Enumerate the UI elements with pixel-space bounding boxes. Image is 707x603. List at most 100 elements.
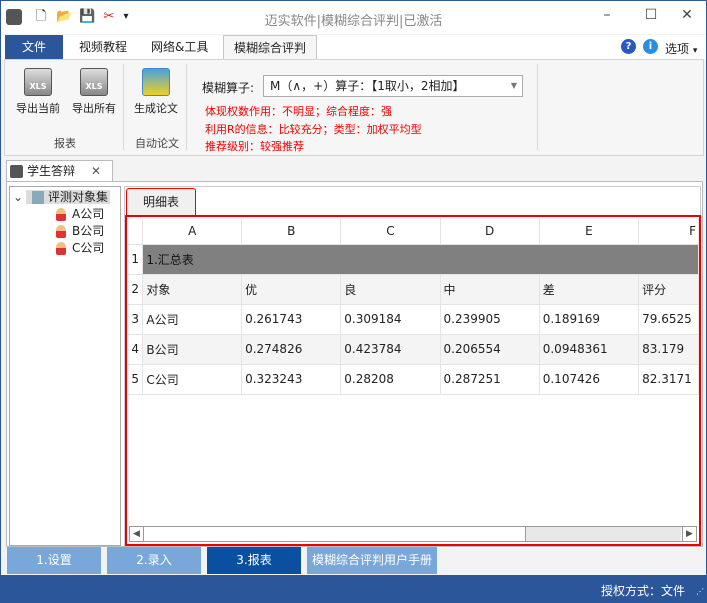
scroll-right-icon[interactable]: ▶ [682,527,696,541]
cell[interactable]: 优 [241,274,342,305]
row-number[interactable]: 4 [128,334,144,365]
table-row: 5 C公司 0.323243 0.28208 0.287251 0.107426… [128,364,699,395]
operator-label: 模糊算子: [202,81,255,95]
generate-paper-button[interactable]: 生成论文 [129,68,183,116]
export-all-button[interactable]: XLS 导出所有 [67,68,121,116]
tree-item[interactable]: A公司 [10,206,120,223]
word-recommend-icon [142,68,170,96]
tab-input[interactable]: 2.录入 [107,547,201,574]
table-title-cell[interactable]: 1.汇总表 [142,244,699,275]
document-icon [32,191,44,204]
cell[interactable]: 0.261743 [241,304,342,335]
info-line-1: 体现权数作用：不明显；综合程度：强 [205,105,392,118]
document-tab[interactable]: 学生答辩 ✕ [6,160,113,182]
cell[interactable]: B公司 [142,334,243,365]
operator-select[interactable]: M（∧，+）算子：【1取小，2相加】 ▼ [263,75,523,97]
column-header[interactable]: B [241,218,342,245]
options-label: 选项 [665,42,690,56]
xls-icon: XLS [24,68,52,96]
column-header[interactable]: E [539,218,640,245]
cell[interactable]: 82.3171 [638,364,699,395]
cell[interactable]: 0.0948361 [539,334,640,365]
close-button[interactable]: ✕ [673,7,701,27]
cell[interactable]: 0.206554 [440,334,540,365]
cell[interactable]: 0.287251 [440,364,540,395]
export-current-label: 导出当前 [16,102,60,115]
row-number[interactable]: 3 [128,304,144,335]
group-label-auto-paper: 自动论文 [135,137,179,150]
options-menu[interactable]: 选项 ▾ [665,40,697,57]
expand-icon[interactable]: ⌄ [10,189,26,206]
minimize-button[interactable]: – [593,7,621,27]
column-header[interactable]: F [638,218,699,245]
export-all-label: 导出所有 [72,102,116,115]
row-number[interactable]: 5 [128,364,144,395]
cell[interactable]: 83.179 [638,334,699,365]
cell[interactable]: 良 [340,274,441,305]
cell[interactable]: 0.107426 [539,364,640,395]
cell[interactable]: 中 [440,274,540,305]
column-header[interactable]: D [440,218,540,245]
tab-detail-table[interactable]: 明细表 [126,188,196,216]
tab-report[interactable]: 3.报表 [207,547,301,574]
info-line-3: 推荐级别：较强推荐 [205,140,304,153]
tab-video-tutorial[interactable]: 视频教程 [69,35,137,60]
maximize-button[interactable]: ☐ [637,7,665,27]
tab-settings[interactable]: 1.设置 [7,547,101,574]
resize-grip-icon[interactable]: ⋰ [696,587,704,596]
horizontal-scrollbar[interactable]: ◀ ▶ [129,526,697,542]
status-bar: 授权方式：文件 ⋰ [0,575,707,603]
cell[interactable]: 评分 [638,274,699,305]
cell[interactable]: 0.323243 [241,364,342,395]
data-table: A B C D E F 1 1.汇总表 2 对象 优 良 中 差 评分 3 A公… [128,218,699,395]
tab-user-manual[interactable]: 模糊综合评判用户手册 [307,547,437,574]
cell[interactable]: 0.28208 [340,364,441,395]
person-icon [56,242,66,255]
tree-item-label: C公司 [72,241,105,255]
cell[interactable]: 0.239905 [440,304,540,335]
tab-file[interactable]: 文件 [5,35,63,60]
table-row: 1 1.汇总表 [128,244,699,275]
row-number[interactable]: 1 [128,244,144,275]
column-header[interactable]: A [142,218,243,245]
table-header-row: 2 对象 优 良 中 差 评分 [128,274,699,305]
cell[interactable]: 对象 [142,274,243,305]
scrollbar-track[interactable] [525,527,681,541]
cell[interactable]: 0.189169 [539,304,640,335]
ribbon-tab-bar: 文件 视频教程 网络&工具 模糊综合评判 ? i 选项 ▾ [1,35,706,61]
export-current-button[interactable]: XLS 导出当前 [11,68,65,116]
license-status: 授权方式：文件 [600,584,685,598]
cell[interactable]: 0.423784 [340,334,441,365]
tree-root[interactable]: ⌄ 评测对象集 [10,189,120,206]
scroll-left-icon[interactable]: ◀ [130,527,144,541]
tree-item[interactable]: B公司 [10,223,120,240]
column-header[interactable]: C [340,218,441,245]
cell[interactable]: 差 [539,274,640,305]
divider [123,64,124,150]
info-icon[interactable]: i [643,39,658,54]
tree-item-label: A公司 [72,207,105,221]
spreadsheet: A B C D E F 1 1.汇总表 2 对象 优 良 中 差 评分 3 A公… [125,215,701,546]
table-row: 3 A公司 0.261743 0.309184 0.239905 0.18916… [128,304,699,335]
xls-icon: XLS [80,68,108,96]
cell[interactable]: C公司 [142,364,243,395]
corner-cell[interactable] [128,218,144,245]
tree-item-label: B公司 [72,224,105,238]
close-tab-icon[interactable]: ✕ [91,161,101,181]
object-tree: ⌄ 评测对象集 A公司 B公司 C公司 [9,186,121,546]
group-label-report: 报表 [54,137,76,150]
cell[interactable]: A公司 [142,304,243,335]
tab-fuzzy-evaluation[interactable]: 模糊综合评判 [223,35,318,61]
cell[interactable]: 0.309184 [340,304,441,335]
tree-item[interactable]: C公司 [10,240,120,257]
divider [537,64,538,150]
title-bar: 🗋 📂 💾 ✂ ▾ 迈实软件|模糊综合评判|已激活 – ☐ ✕ [1,1,706,34]
generate-paper-label: 生成论文 [134,102,178,115]
tab-network-tools[interactable]: 网络&工具 [141,35,218,60]
chevron-down-icon: ▼ [510,81,517,90]
cell[interactable]: 79.6525 [638,304,699,335]
help-icon[interactable]: ? [621,39,636,54]
ribbon-panel: XLS 导出当前 XLS 导出所有 报表 生成论文 自动论文 模糊算子: 体现权数作… [4,59,704,156]
row-number[interactable]: 2 [128,274,144,305]
cell[interactable]: 0.274826 [241,334,342,365]
